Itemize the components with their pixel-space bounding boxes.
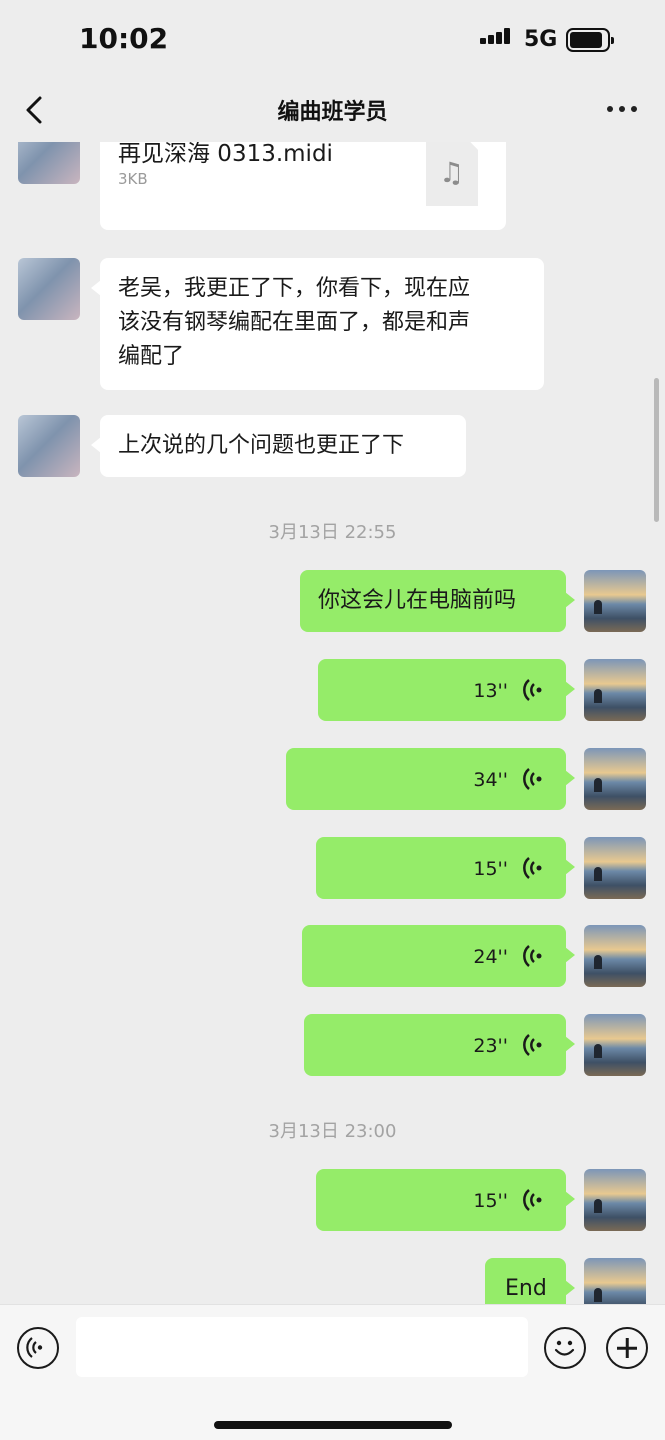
more-dots-icon[interactable]: [607, 106, 637, 114]
voice-duration: 24'': [473, 946, 508, 968]
voice-duration: 15'': [473, 1190, 508, 1212]
voice-wave-icon: [523, 679, 542, 701]
status-time: 10:02: [79, 22, 169, 55]
voice-duration: 23'': [473, 1035, 508, 1057]
voice-wave-icon: [523, 768, 542, 790]
voice-duration: 34'': [473, 769, 508, 791]
voice-wave-icon: [523, 1189, 542, 1211]
incoming-message[interactable]: 老吴，我更正了下，你看下，现在应 该没有钢琴编配在里面了，都是和声 编配了: [91, 258, 544, 390]
voice-message[interactable]: 15'': [316, 837, 575, 899]
message-text: 你这会儿在电脑前吗: [318, 588, 517, 613]
voice-duration: 13'': [473, 680, 508, 702]
voice-duration: 15'': [473, 858, 508, 880]
voice-message[interactable]: 23'': [304, 1014, 575, 1076]
voice-wave-icon: [523, 1034, 542, 1056]
message-text: 老吴，我更正了下，你看下，现在应 该没有钢琴编配在里面了，都是和声 编配了: [118, 276, 471, 369]
incoming-message[interactable]: 上次说的几个问题也更正了下: [91, 415, 466, 477]
voice-message[interactable]: 15'': [316, 1169, 575, 1231]
home-indicator: [214, 1421, 452, 1429]
emoji-icon[interactable]: [544, 1327, 586, 1369]
chat-header: 编曲班学员: [0, 80, 665, 142]
file-message[interactable]: 再见深海 0313.midi 3KB ♫: [100, 142, 506, 230]
contact-avatar[interactable]: [18, 258, 80, 320]
contact-avatar[interactable]: [18, 142, 80, 184]
scrollbar[interactable]: [654, 378, 659, 522]
timestamp: 3月13日 23:00: [268, 1121, 397, 1142]
self-avatar[interactable]: [584, 1258, 646, 1304]
outgoing-message[interactable]: 你这会儿在电脑前吗: [300, 570, 575, 632]
message-list[interactable]: 再见深海 0313.midi 3KB ♫ 老吴，我更正了下，你看下，现在应 该没…: [0, 142, 665, 1304]
message-text: 上次说的几个问题也更正了下: [118, 433, 405, 458]
input-bar: [0, 1304, 665, 1440]
voice-wave-icon: [523, 945, 542, 967]
voice-message[interactable]: 34'': [286, 748, 575, 810]
file-size: 3KB: [118, 170, 148, 188]
plus-icon[interactable]: [606, 1327, 648, 1369]
music-file-icon: ♫: [426, 142, 478, 206]
voice-wave-icon: [523, 857, 542, 879]
self-avatar[interactable]: [584, 1014, 646, 1076]
signal-icon: [480, 28, 516, 44]
battery-icon: [566, 28, 614, 52]
outgoing-message[interactable]: End: [485, 1258, 575, 1304]
status-bar: 10:02 5G: [0, 0, 665, 80]
self-avatar[interactable]: [584, 570, 646, 632]
voice-mode-icon[interactable]: [17, 1327, 59, 1369]
contact-avatar[interactable]: [18, 415, 80, 477]
self-avatar[interactable]: [584, 925, 646, 987]
voice-message[interactable]: 13'': [318, 659, 575, 721]
self-avatar[interactable]: [584, 748, 646, 810]
timestamp: 3月13日 22:55: [268, 522, 397, 543]
message-text: End: [505, 1276, 547, 1301]
network-type: 5G: [524, 27, 558, 52]
file-name: 再见深海 0313.midi: [118, 142, 333, 167]
self-avatar[interactable]: [584, 659, 646, 721]
self-avatar[interactable]: [584, 1169, 646, 1231]
self-avatar[interactable]: [584, 837, 646, 899]
message-input[interactable]: [76, 1317, 528, 1377]
chat-title: 编曲班学员: [277, 100, 388, 125]
voice-message[interactable]: 24'': [302, 925, 575, 987]
